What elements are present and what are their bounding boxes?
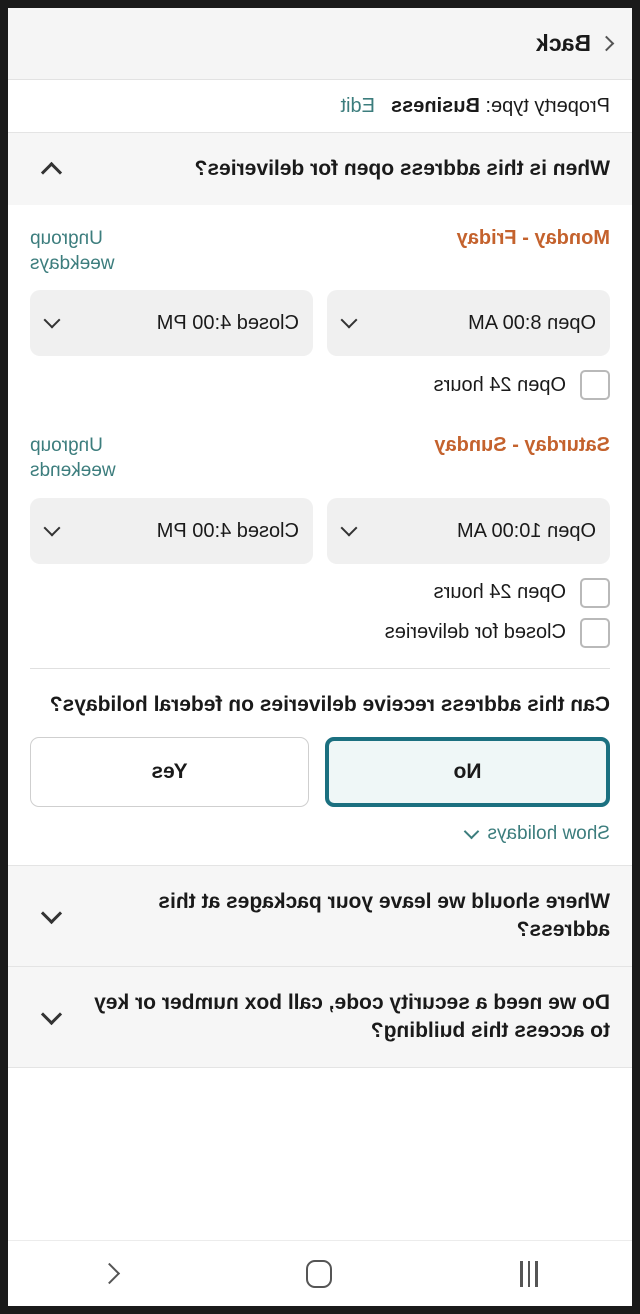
section-delivery-hours-header[interactable]: When is this address open for deliveries… — [8, 133, 632, 205]
weekend-close-time-value: Closed 4:00 PM — [156, 519, 299, 542]
holidays-question-block: Can this address receive deliveries on f… — [30, 691, 610, 851]
weekend-open-time-value: Open 10:00 AM — [457, 519, 596, 542]
weekday-time-selects: Open 8:00 AM Closed 4:00 PM — [30, 290, 610, 357]
weekend-open-24-label: Open 24 hours — [433, 581, 566, 604]
ungroup-weekends-link[interactable]: Ungroup weekends — [30, 434, 150, 483]
mirrored-viewport: Back Property type: Business Edit When i… — [0, 0, 640, 1314]
weekend-group: Saturday - Sunday Ungroup weekends Open … — [30, 434, 610, 648]
property-type-prefix: Property type: — [485, 94, 610, 117]
show-holidays-label: Show holidays — [487, 823, 610, 845]
weekend-closed-row: Closed for deliveries — [30, 617, 610, 648]
property-type-value: Business — [390, 94, 480, 117]
chevron-down-icon — [340, 311, 358, 329]
weekend-open-24-row: Open 24 hours — [30, 577, 610, 608]
nav-back-icon[interactable] — [99, 1262, 121, 1285]
weekday-group: Monday - Friday Ungroup weekdays Open 8:… — [30, 227, 610, 401]
accordion-list: When is this address open for deliveries… — [8, 132, 632, 1240]
weekend-closed-label: Closed for deliveries — [384, 621, 566, 644]
weekend-group-header: Saturday - Sunday Ungroup weekends — [30, 434, 610, 483]
weekend-open-24-checkbox[interactable] — [580, 577, 610, 608]
weekday-open-24-checkbox[interactable] — [580, 370, 610, 401]
section-divider — [30, 667, 610, 669]
chevron-down-icon — [40, 1003, 63, 1025]
weekend-open-time-select[interactable]: Open 10:00 AM — [327, 497, 610, 564]
section-delivery-hours: When is this address open for deliveries… — [8, 133, 632, 867]
section-delivery-hours-title: When is this address open for deliveries… — [194, 156, 610, 180]
weekday-open-24-label: Open 24 hours — [433, 373, 566, 396]
chevron-up-icon — [40, 161, 63, 183]
weekday-close-time-value: Closed 4:00 PM — [156, 312, 299, 335]
edit-property-type-link[interactable]: Edit — [341, 95, 375, 118]
section-package-location-title: Where should we leave your packages at t… — [158, 889, 610, 942]
holidays-answer-buttons: No Yes — [30, 737, 610, 808]
chevron-down-icon — [43, 311, 61, 329]
weekend-close-time-select[interactable]: Closed 4:00 PM — [30, 497, 313, 564]
android-nav-bar — [8, 1240, 632, 1306]
chevron-down-icon — [40, 902, 63, 924]
weekday-range-label: Monday - Friday — [456, 227, 610, 249]
chevron-down-icon — [43, 519, 61, 537]
weekday-group-header: Monday - Friday Ungroup weekdays — [30, 227, 610, 276]
property-type-text: Property type: Business — [391, 95, 610, 118]
ungroup-weekdays-link[interactable]: Ungroup weekdays — [30, 227, 150, 276]
section-building-access: Do we need a security code, call box num… — [8, 967, 632, 1069]
weekend-closed-checkbox[interactable] — [580, 617, 610, 648]
section-building-access-header[interactable]: Do we need a security code, call box num… — [8, 967, 632, 1068]
weekend-range-label: Saturday - Sunday — [434, 434, 610, 457]
phone-screen: Back Property type: Business Edit When i… — [8, 8, 632, 1306]
section-package-location-header[interactable]: Where should we leave your packages at t… — [8, 866, 632, 967]
section-package-location: Where should we leave your packages at t… — [8, 866, 632, 968]
weekday-open-time-value: Open 8:00 AM — [468, 312, 596, 335]
back-label: Back — [536, 30, 591, 56]
top-bar: Back — [8, 8, 632, 80]
chevron-down-icon — [464, 823, 480, 839]
weekday-open-24-row: Open 24 hours — [30, 370, 610, 401]
show-holidays-toggle[interactable]: Show holidays — [30, 823, 610, 851]
holidays-yes-button[interactable]: Yes — [30, 737, 309, 808]
chevron-down-icon — [340, 519, 358, 537]
property-type-row: Property type: Business Edit — [8, 80, 632, 132]
weekday-open-time-select[interactable]: Open 8:00 AM — [327, 290, 610, 357]
recents-icon[interactable] — [520, 1260, 538, 1287]
weekend-time-selects: Open 10:00 AM Closed 4:00 PM — [30, 497, 610, 564]
section-building-access-title: Do we need a security code, call box num… — [94, 990, 610, 1043]
holidays-question-title: Can this address receive deliveries on f… — [49, 692, 610, 716]
back-button[interactable]: Back — [536, 30, 615, 57]
home-icon[interactable] — [305, 1259, 332, 1288]
holidays-no-button[interactable]: No — [325, 737, 610, 808]
weekday-close-time-select[interactable]: Closed 4:00 PM — [30, 290, 313, 357]
section-delivery-hours-body: Monday - Friday Ungroup weekdays Open 8:… — [8, 205, 632, 866]
chevron-left-icon — [598, 35, 615, 52]
